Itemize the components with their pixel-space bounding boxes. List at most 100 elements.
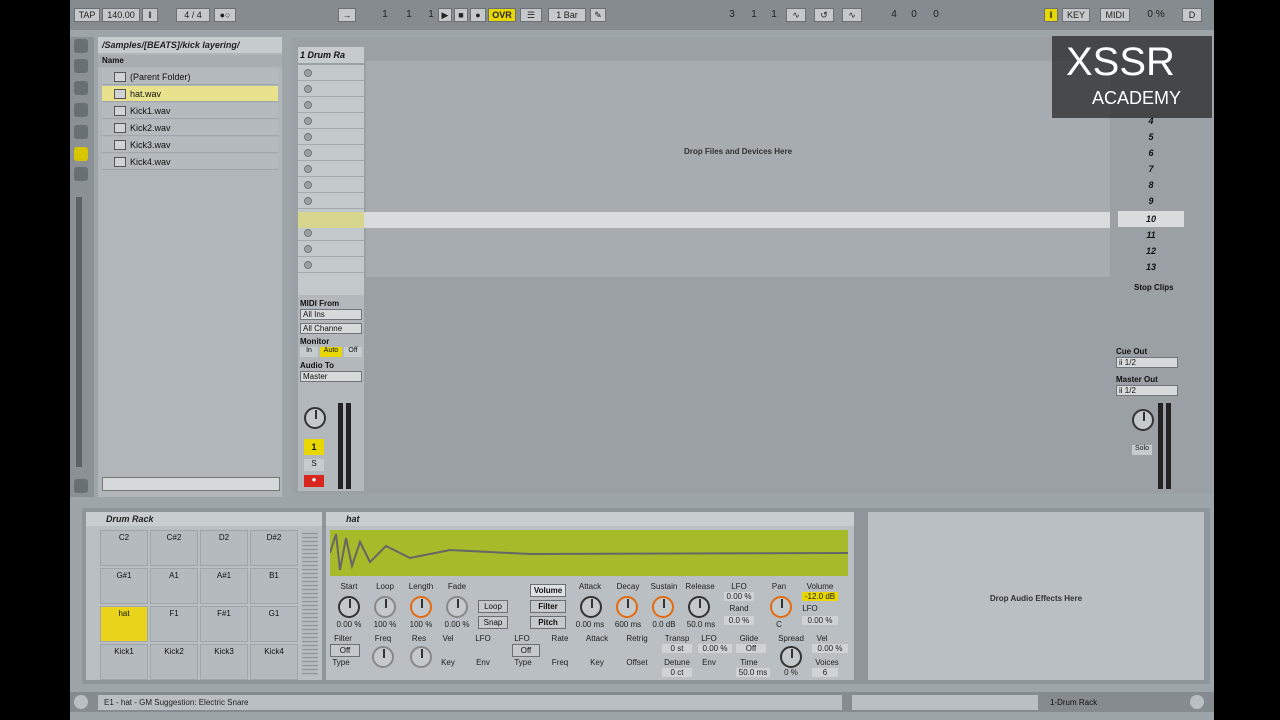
browser-path[interactable]: /Samples/[BEATS]/kick layering/ [98, 37, 282, 53]
midi-map-button[interactable]: MIDI [1100, 8, 1130, 22]
scene-launch[interactable]: 7 [1118, 161, 1184, 177]
master-out-select[interactable]: ii 1/2 [1116, 385, 1178, 396]
browser-search-input[interactable] [102, 477, 280, 491]
tempo-field[interactable]: 140.00 [102, 8, 140, 22]
scene-launch[interactable]: 12 [1118, 243, 1184, 259]
drum-pad[interactable]: B1 [250, 568, 298, 604]
start-value[interactable]: 0.00 % [330, 620, 368, 629]
clip-stop-icon[interactable] [304, 69, 312, 77]
pan-value[interactable]: C [766, 620, 792, 629]
simpler-title[interactable]: hat [326, 512, 854, 526]
spread-knob[interactable] [780, 646, 802, 668]
res-knob[interactable] [410, 646, 432, 668]
loop-knob[interactable] [374, 596, 396, 618]
loop-switch-icon[interactable]: ↺ [814, 8, 834, 22]
clip-slot[interactable] [298, 177, 364, 193]
collapse-icon[interactable] [1190, 695, 1204, 709]
draw-mode-icon[interactable]: ✎ [590, 8, 606, 22]
snap-toggle[interactable]: Snap [478, 616, 508, 629]
loop-value[interactable]: 100 % [368, 620, 402, 629]
list-item[interactable]: Kick4.wav [102, 154, 278, 170]
folder2-icon[interactable] [74, 125, 88, 139]
vol-lfo-value[interactable]: 0.00 % [802, 616, 838, 625]
play-preview-icon[interactable] [74, 39, 88, 53]
sample-waveform[interactable] [330, 530, 848, 576]
clip-slot[interactable] [298, 81, 364, 97]
scene-launch[interactable]: 5 [1118, 129, 1184, 145]
pitch-lfo-value[interactable]: 0.00 % [698, 644, 732, 653]
drum-pad[interactable]: A1 [150, 568, 198, 604]
nudge-icon[interactable]: ‖ [142, 8, 158, 22]
midi-from-select[interactable]: All Ins [300, 309, 362, 320]
key-map-button[interactable]: KEY [1062, 8, 1090, 22]
arrangement-position-sixteenth[interactable]: 1 [426, 8, 436, 22]
clip-stop-icon[interactable] [304, 197, 312, 205]
list-item[interactable]: (Parent Folder) [102, 69, 278, 85]
track-activator-button[interactable]: 1 [304, 439, 324, 455]
monitor-in-button[interactable]: In [300, 347, 318, 357]
scene-launch[interactable]: 11 [1118, 227, 1184, 243]
clip-stop-icon[interactable] [304, 261, 312, 269]
decay-value[interactable]: 600 ms [610, 620, 646, 629]
loop-start-sixteenth[interactable]: 1 [768, 8, 780, 22]
scene-launch[interactable]: 10 [1118, 211, 1184, 227]
release-knob[interactable] [688, 596, 710, 618]
sustain-value[interactable]: 0.0 dB [646, 620, 682, 629]
metronome-icon[interactable]: ●○ [214, 8, 236, 22]
detune-value[interactable]: 0 ct [662, 668, 692, 677]
clip-slot[interactable] [298, 241, 364, 257]
clip-stop-icon[interactable] [304, 165, 312, 173]
clip-slot[interactable] [298, 193, 364, 209]
arrangement-position-bar[interactable]: 1 [380, 8, 390, 22]
clip-slot[interactable] [298, 129, 364, 145]
punch-out-icon[interactable]: ∿ [842, 8, 862, 22]
lfo-toggle[interactable]: Off [512, 644, 540, 657]
selected-clip-slot[interactable] [298, 212, 364, 228]
clip-stop-icon[interactable] [304, 133, 312, 141]
drum-pad[interactable]: D2 [200, 530, 248, 566]
list-item[interactable]: Kick2.wav [102, 120, 278, 136]
clip-slot[interactable] [298, 97, 364, 113]
folder1-icon[interactable] [74, 103, 88, 117]
clip-stop-icon[interactable] [304, 149, 312, 157]
track-drop-zone[interactable]: Drop Files and Devices Here [366, 61, 1110, 277]
drum-pad[interactable]: F1 [150, 606, 198, 642]
live-devices-icon[interactable] [74, 59, 88, 73]
audio-effects-drop-zone[interactable]: Drop Audio Effects Here [868, 512, 1204, 680]
drum-rack-title[interactable]: Drum Rack [86, 512, 322, 526]
track-arm-button[interactable]: ● [304, 475, 324, 487]
time-signature-field[interactable]: 4 / 4 [176, 8, 210, 22]
expand-icon[interactable] [74, 695, 88, 709]
master-volume-knob[interactable] [1132, 409, 1154, 431]
clip-slot[interactable] [298, 257, 364, 273]
drum-pad[interactable]: C#2 [150, 530, 198, 566]
monitor-off-button[interactable]: Off [344, 347, 362, 357]
length-knob[interactable] [410, 596, 432, 618]
filter-toggle[interactable]: Off [330, 644, 360, 657]
loop-length-beat[interactable]: 0 [908, 8, 920, 22]
clip-stop-icon[interactable] [304, 101, 312, 109]
list-item[interactable]: Kick3.wav [102, 137, 278, 153]
transp-value[interactable]: 0 st [662, 644, 692, 653]
list-item[interactable]: hat.wav [102, 86, 278, 102]
clip-slot[interactable] [298, 145, 364, 161]
clip-slot[interactable] [298, 65, 364, 81]
loop-start-beat[interactable]: 1 [748, 8, 760, 22]
pad-overview-grid[interactable] [302, 530, 318, 676]
filter-tab[interactable]: Filter [530, 600, 566, 613]
drum-pad[interactable]: F#1 [200, 606, 248, 642]
drum-pad[interactable]: G1 [250, 606, 298, 642]
audio-to-select[interactable]: Master [300, 371, 362, 382]
voices-select[interactable]: 6 [812, 668, 838, 677]
track-volume-knob[interactable] [304, 407, 326, 429]
scene-launch[interactable]: 6 [1118, 145, 1184, 161]
loop-toggle[interactable]: Loop [478, 600, 508, 613]
clip-stop-icon[interactable] [304, 229, 312, 237]
track-solo-button[interactable]: S [304, 459, 324, 471]
automation-icon[interactable]: ☰ [520, 8, 542, 22]
glide-select[interactable]: Off [736, 644, 766, 653]
name-column-header[interactable]: Name [98, 55, 282, 67]
punch-in-icon[interactable]: ∿ [786, 8, 806, 22]
loop-length-sixteenth[interactable]: 0 [930, 8, 942, 22]
tap-button[interactable]: TAP [74, 8, 100, 22]
